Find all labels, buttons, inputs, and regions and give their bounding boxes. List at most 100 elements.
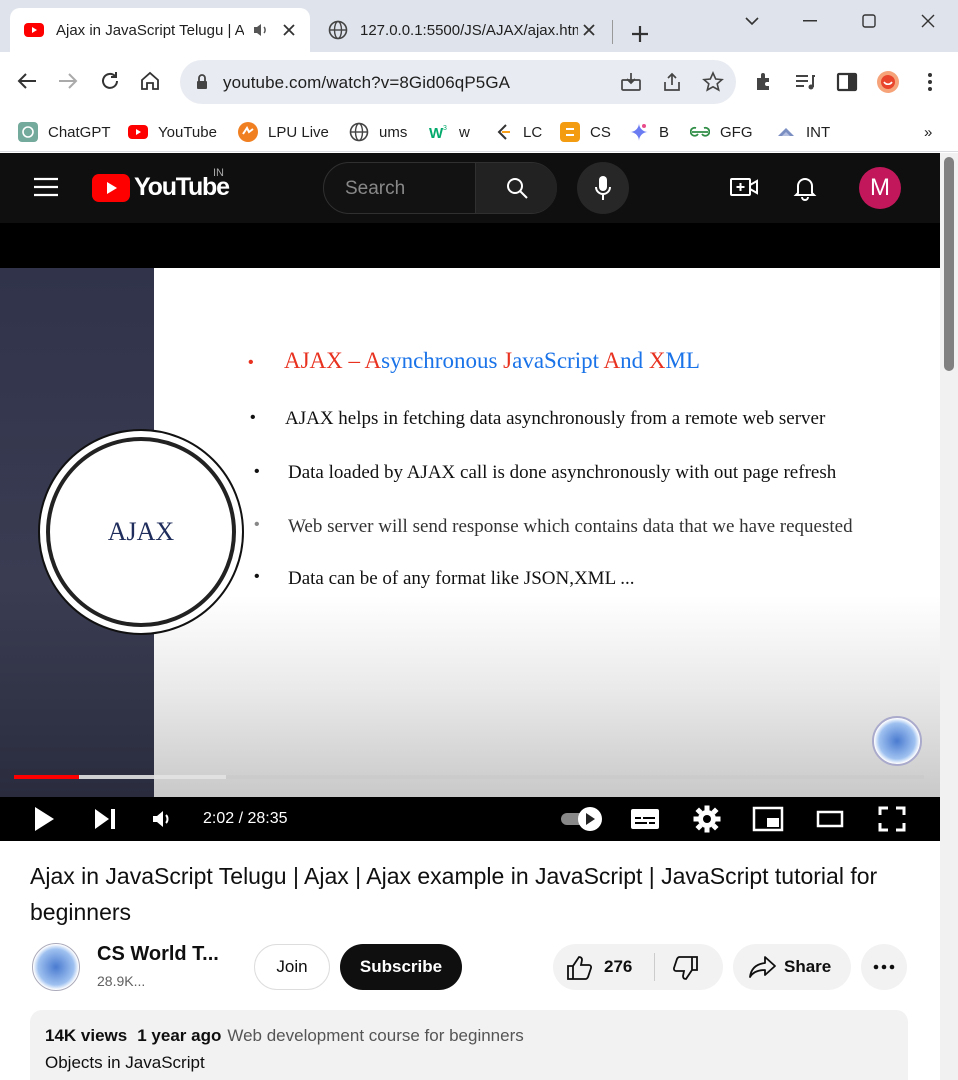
fullscreen-button[interactable] bbox=[876, 803, 908, 835]
player-controls: 2:02 / 28:35 bbox=[0, 797, 940, 841]
share-page-icon[interactable] bbox=[661, 71, 683, 93]
video-player[interactable]: AJAX • AJAX – Asynchronous JavaScript An… bbox=[0, 223, 940, 841]
bookmark-lpu-live[interactable]: LPU Live bbox=[238, 118, 329, 146]
channel-watermark[interactable] bbox=[872, 716, 922, 766]
page-scrollbar[interactable] bbox=[940, 153, 958, 1080]
description-box[interactable]: 14K views 1 year ago Web development cours… bbox=[30, 1010, 908, 1080]
gear-icon bbox=[693, 805, 721, 833]
subtitles-button[interactable] bbox=[629, 803, 661, 835]
search-input[interactable]: Search bbox=[345, 178, 405, 200]
address-bar[interactable]: youtube.com/watch?v=8Gid06qP5GA bbox=[180, 60, 736, 104]
slide-point: AJAX helps in fetching data asynchronous… bbox=[285, 408, 826, 429]
autoplay-toggle[interactable] bbox=[560, 803, 604, 835]
playlist-tag[interactable]: Web development course for beginners bbox=[227, 1026, 523, 1045]
share-label: Share bbox=[784, 957, 832, 976]
slide-circle: AJAX bbox=[38, 429, 244, 635]
new-tab-icon[interactable] bbox=[626, 20, 654, 48]
tab-youtube[interactable]: Ajax in JavaScript Telugu | A bbox=[10, 8, 310, 52]
bookmark-label: ums bbox=[379, 123, 408, 141]
mute-button[interactable] bbox=[146, 803, 178, 835]
voice-search-button[interactable] bbox=[577, 162, 629, 214]
url-text: youtube.com/watch?v=8Gid06qP5GA bbox=[223, 73, 511, 92]
chrome-menu-icon[interactable] bbox=[918, 70, 942, 94]
video-frame: AJAX • AJAX – Asynchronous JavaScript An… bbox=[0, 268, 940, 797]
progress-bar[interactable] bbox=[14, 775, 924, 779]
fullscreen-icon bbox=[878, 806, 906, 832]
region-code: IN bbox=[213, 167, 224, 179]
tab-title: 127.0.0.1:5500/JS/AJAX/ajax.htm bbox=[360, 21, 578, 39]
tab-localhost[interactable]: 127.0.0.1:5500/JS/AJAX/ajax.htm bbox=[314, 8, 610, 52]
settings-button[interactable] bbox=[691, 803, 723, 835]
channel-name[interactable]: CS World T... bbox=[97, 943, 219, 966]
next-button[interactable] bbox=[89, 803, 121, 835]
home-icon[interactable] bbox=[135, 66, 165, 96]
dislike-icon[interactable] bbox=[672, 954, 700, 982]
svg-text:3: 3 bbox=[443, 125, 447, 132]
forward-icon[interactable] bbox=[53, 66, 83, 96]
tab-title: Ajax in JavaScript Telugu | A bbox=[56, 21, 244, 39]
bookmark-leetcode[interactable]: LC bbox=[493, 118, 542, 146]
description-text: Objects in JavaScript bbox=[45, 1053, 205, 1072]
channel-avatar[interactable] bbox=[32, 943, 80, 991]
bookmark-ums[interactable]: ums bbox=[349, 118, 407, 146]
play-button[interactable] bbox=[28, 803, 60, 835]
scrollbar-thumb[interactable] bbox=[944, 157, 954, 371]
minimize-icon[interactable] bbox=[795, 6, 825, 36]
more-horizontal-icon bbox=[873, 964, 895, 970]
bookmark-chatgpt[interactable]: ChatGPT bbox=[18, 118, 111, 146]
bookmark-w3schools[interactable]: W3 w bbox=[429, 118, 470, 146]
subscribe-button[interactable]: Subscribe bbox=[340, 944, 462, 990]
maximize-icon[interactable] bbox=[854, 6, 884, 36]
globe-icon bbox=[349, 122, 369, 142]
bookmark-gfg[interactable]: GFG bbox=[690, 118, 753, 146]
more-actions-button[interactable] bbox=[861, 944, 907, 990]
notifications-bell-icon[interactable] bbox=[793, 175, 817, 201]
theater-mode-icon bbox=[816, 810, 844, 828]
site-info-icon[interactable] bbox=[194, 73, 210, 91]
bookmark-label: B bbox=[659, 123, 670, 141]
slide-point: Web server will send response which cont… bbox=[288, 516, 853, 537]
more-bookmarks-chevron[interactable]: » bbox=[924, 118, 932, 146]
bookmark-label: GFG bbox=[720, 123, 753, 141]
leetcode-icon bbox=[497, 124, 510, 140]
guide-menu-icon[interactable] bbox=[33, 176, 59, 198]
account-avatar[interactable]: M bbox=[859, 167, 901, 209]
profile-avatar-icon[interactable] bbox=[876, 70, 900, 94]
bookmark-star-icon[interactable] bbox=[702, 71, 724, 93]
like-icon[interactable] bbox=[565, 954, 593, 982]
create-video-icon[interactable] bbox=[730, 175, 758, 199]
side-panel-icon[interactable] bbox=[835, 70, 859, 94]
bookmark-gemini[interactable]: B bbox=[629, 118, 669, 146]
close-tab-icon[interactable] bbox=[578, 19, 600, 41]
slide-heading: AJAX – Asynchronous JavaScript And XML bbox=[284, 348, 700, 373]
bookmark-int[interactable]: INT bbox=[776, 118, 830, 146]
slide-circle-label: AJAX bbox=[107, 517, 175, 546]
join-button[interactable]: Join bbox=[254, 944, 330, 990]
bookmark-youtube[interactable]: YouTube bbox=[128, 118, 217, 146]
share-button[interactable]: Share bbox=[733, 944, 851, 990]
media-control-icon[interactable] bbox=[793, 70, 817, 94]
tab-search-icon[interactable] bbox=[737, 6, 767, 36]
search-button[interactable] bbox=[475, 163, 557, 213]
youtube-logo[interactable]: YouTube IN bbox=[92, 167, 230, 202]
int-icon bbox=[778, 128, 794, 136]
bullet-dot: • bbox=[254, 463, 260, 480]
bookmark-codestudio[interactable]: CS bbox=[560, 118, 611, 146]
share-icon bbox=[749, 956, 776, 978]
video-owner-row: CS World T... 28.9K... Join Subscribe 27… bbox=[30, 943, 910, 993]
search-box[interactable]: Search bbox=[323, 162, 557, 214]
tab-separator bbox=[612, 20, 613, 44]
reload-icon[interactable] bbox=[95, 66, 125, 96]
audio-playing-icon[interactable] bbox=[252, 21, 270, 39]
back-icon[interactable] bbox=[12, 66, 42, 96]
theater-mode-button[interactable] bbox=[814, 803, 846, 835]
install-app-icon[interactable] bbox=[620, 71, 642, 93]
close-window-icon[interactable] bbox=[913, 6, 943, 36]
youtube-play-logo-icon bbox=[92, 173, 130, 202]
youtube-icon bbox=[24, 23, 44, 37]
browser-toolbar: youtube.com/watch?v=8Gid06qP5GA bbox=[0, 52, 958, 112]
like-count[interactable]: 276 bbox=[604, 957, 632, 977]
miniplayer-button[interactable] bbox=[752, 803, 784, 835]
extensions-icon[interactable] bbox=[753, 70, 777, 94]
close-tab-icon[interactable] bbox=[278, 19, 300, 41]
